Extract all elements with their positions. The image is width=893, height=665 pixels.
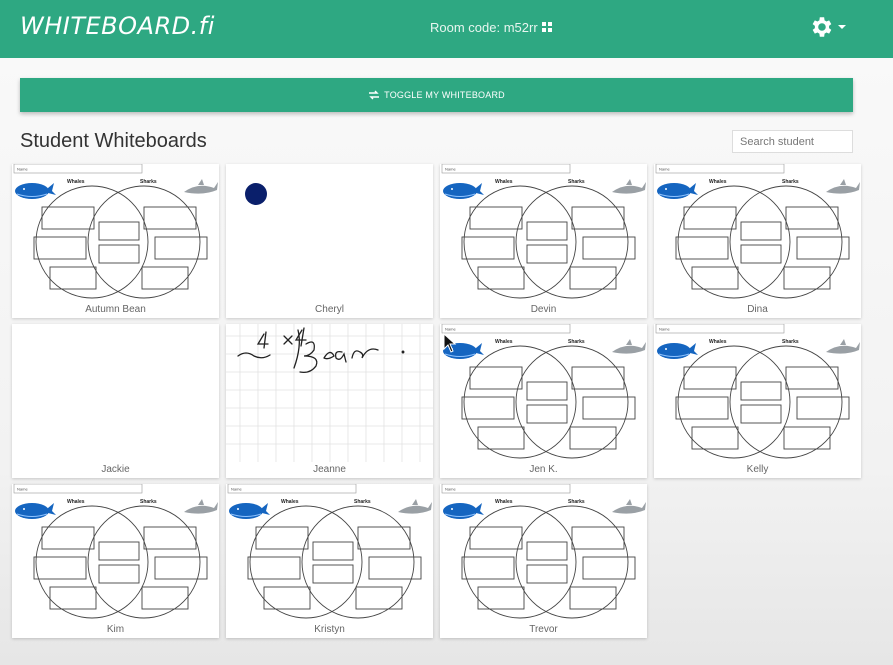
student-whiteboard-card[interactable]: Jeanne — [226, 324, 433, 478]
student-name: Kelly — [746, 464, 769, 475]
svg-text:Sharks: Sharks — [140, 179, 157, 185]
venn-diagram: Name Whales Sharks — [655, 324, 860, 459]
student-whiteboard-card[interactable]: Cheryl — [226, 164, 433, 318]
search-student-input[interactable] — [732, 130, 853, 153]
student-whiteboard-card[interactable]: Name Whales Sharks Kelly — [654, 324, 861, 478]
svg-text:Name: Name — [17, 167, 28, 172]
venn-diagram: Name Whales Sharks — [655, 164, 860, 299]
student-name: Autumn Bean — [85, 304, 146, 315]
svg-text:Name: Name — [659, 167, 670, 172]
svg-text:Sharks: Sharks — [568, 179, 585, 185]
svg-text:Sharks: Sharks — [568, 499, 585, 505]
venn-diagram: Name Whales Sharks — [13, 484, 218, 619]
student-name: Kristyn — [314, 624, 345, 635]
svg-text:Whales: Whales — [709, 179, 727, 185]
svg-text:Whales: Whales — [495, 499, 513, 505]
svg-text:Name: Name — [445, 327, 456, 332]
svg-text:Name: Name — [445, 167, 456, 172]
svg-text:Whales: Whales — [67, 499, 85, 505]
toggle-label: TOGGLE MY WHITEBOARD — [384, 90, 505, 100]
shark-icon — [612, 499, 646, 514]
student-whiteboard-card[interactable]: Jackie — [12, 324, 219, 478]
gear-icon — [812, 17, 832, 37]
shark-icon — [398, 499, 432, 514]
top-bar: WHITEBOARD.fi Room code: m52rr — [0, 0, 893, 58]
whale-icon — [657, 183, 698, 199]
qr-code-icon[interactable] — [541, 22, 553, 33]
student-whiteboard-card[interactable]: Name Whales Sharks Kim — [12, 484, 219, 638]
student-name: Jackie — [101, 464, 130, 475]
svg-text:Name: Name — [17, 487, 28, 492]
student-whiteboard-card[interactable]: Name Whales Sharks Jen K. — [440, 324, 647, 478]
shark-icon — [826, 179, 860, 194]
mouse-cursor-icon — [443, 333, 457, 353]
svg-text:Whales: Whales — [281, 499, 299, 505]
venn-diagram: Name Whales Sharks — [441, 484, 646, 619]
whale-icon — [15, 503, 56, 519]
whale-icon — [229, 503, 270, 519]
venn-diagram: Name Whales Sharks — [441, 164, 646, 299]
shark-icon — [612, 339, 646, 354]
page-title: Student Whiteboards — [20, 130, 207, 152]
svg-text:Sharks: Sharks — [568, 339, 585, 345]
student-name: Trevor — [529, 624, 558, 635]
venn-diagram: Name Whales Sharks — [13, 164, 218, 299]
student-name: Dina — [747, 304, 768, 315]
whale-icon — [15, 183, 56, 199]
student-name: Jen K. — [529, 464, 558, 475]
svg-text:Whales: Whales — [67, 179, 85, 185]
shark-icon — [184, 499, 218, 514]
settings-menu-button[interactable] — [808, 14, 846, 40]
room-code-label: Room code: m52rr — [430, 20, 538, 35]
svg-text:Sharks: Sharks — [140, 499, 157, 505]
whale-icon — [443, 183, 484, 199]
svg-text:Whales: Whales — [495, 339, 513, 345]
caret-down-icon — [838, 25, 846, 29]
student-name: Cheryl — [315, 304, 344, 315]
student-name: Kim — [106, 624, 125, 635]
student-whiteboard-card[interactable]: Name Whales Sharks Kristyn — [226, 484, 433, 638]
svg-text:Name: Name — [231, 487, 242, 492]
student-name: Devin — [530, 304, 557, 315]
student-whiteboard-card[interactable]: Name Whales Sharks Trevor — [440, 484, 647, 638]
swap-icon — [369, 90, 380, 100]
whale-icon — [443, 503, 484, 519]
toggle-my-whiteboard-button[interactable]: TOGGLE MY WHITEBOARD — [20, 78, 853, 112]
svg-text:Sharks: Sharks — [354, 499, 371, 505]
student-name: Jeanne — [313, 464, 346, 475]
student-whiteboard-card[interactable]: Name Whales Sharks Devin — [440, 164, 647, 318]
svg-text:Name: Name — [445, 487, 456, 492]
handwriting-grid — [226, 324, 433, 462]
whale-icon — [657, 343, 698, 359]
svg-text:Name: Name — [659, 327, 670, 332]
svg-text:Whales: Whales — [495, 179, 513, 185]
svg-text:Sharks: Sharks — [782, 339, 799, 345]
blank-whiteboard — [12, 324, 219, 462]
room-code: Room code: m52rr — [430, 20, 553, 35]
student-whiteboard-card[interactable]: Name Whales Sharks Dina — [654, 164, 861, 318]
svg-text:Whales: Whales — [709, 339, 727, 345]
venn-diagram: Name Whales Sharks — [227, 484, 432, 619]
shark-icon — [826, 339, 860, 354]
dot-drawing — [245, 183, 267, 205]
shark-icon — [184, 179, 218, 194]
app-logo[interactable]: WHITEBOARD.fi — [20, 12, 215, 40]
shark-icon — [612, 179, 646, 194]
venn-diagram: Name Whales Sharks — [441, 324, 646, 459]
svg-text:Sharks: Sharks — [782, 179, 799, 185]
student-whiteboard-card[interactable]: Name Whales Sharks Autumn Bean — [12, 164, 219, 318]
